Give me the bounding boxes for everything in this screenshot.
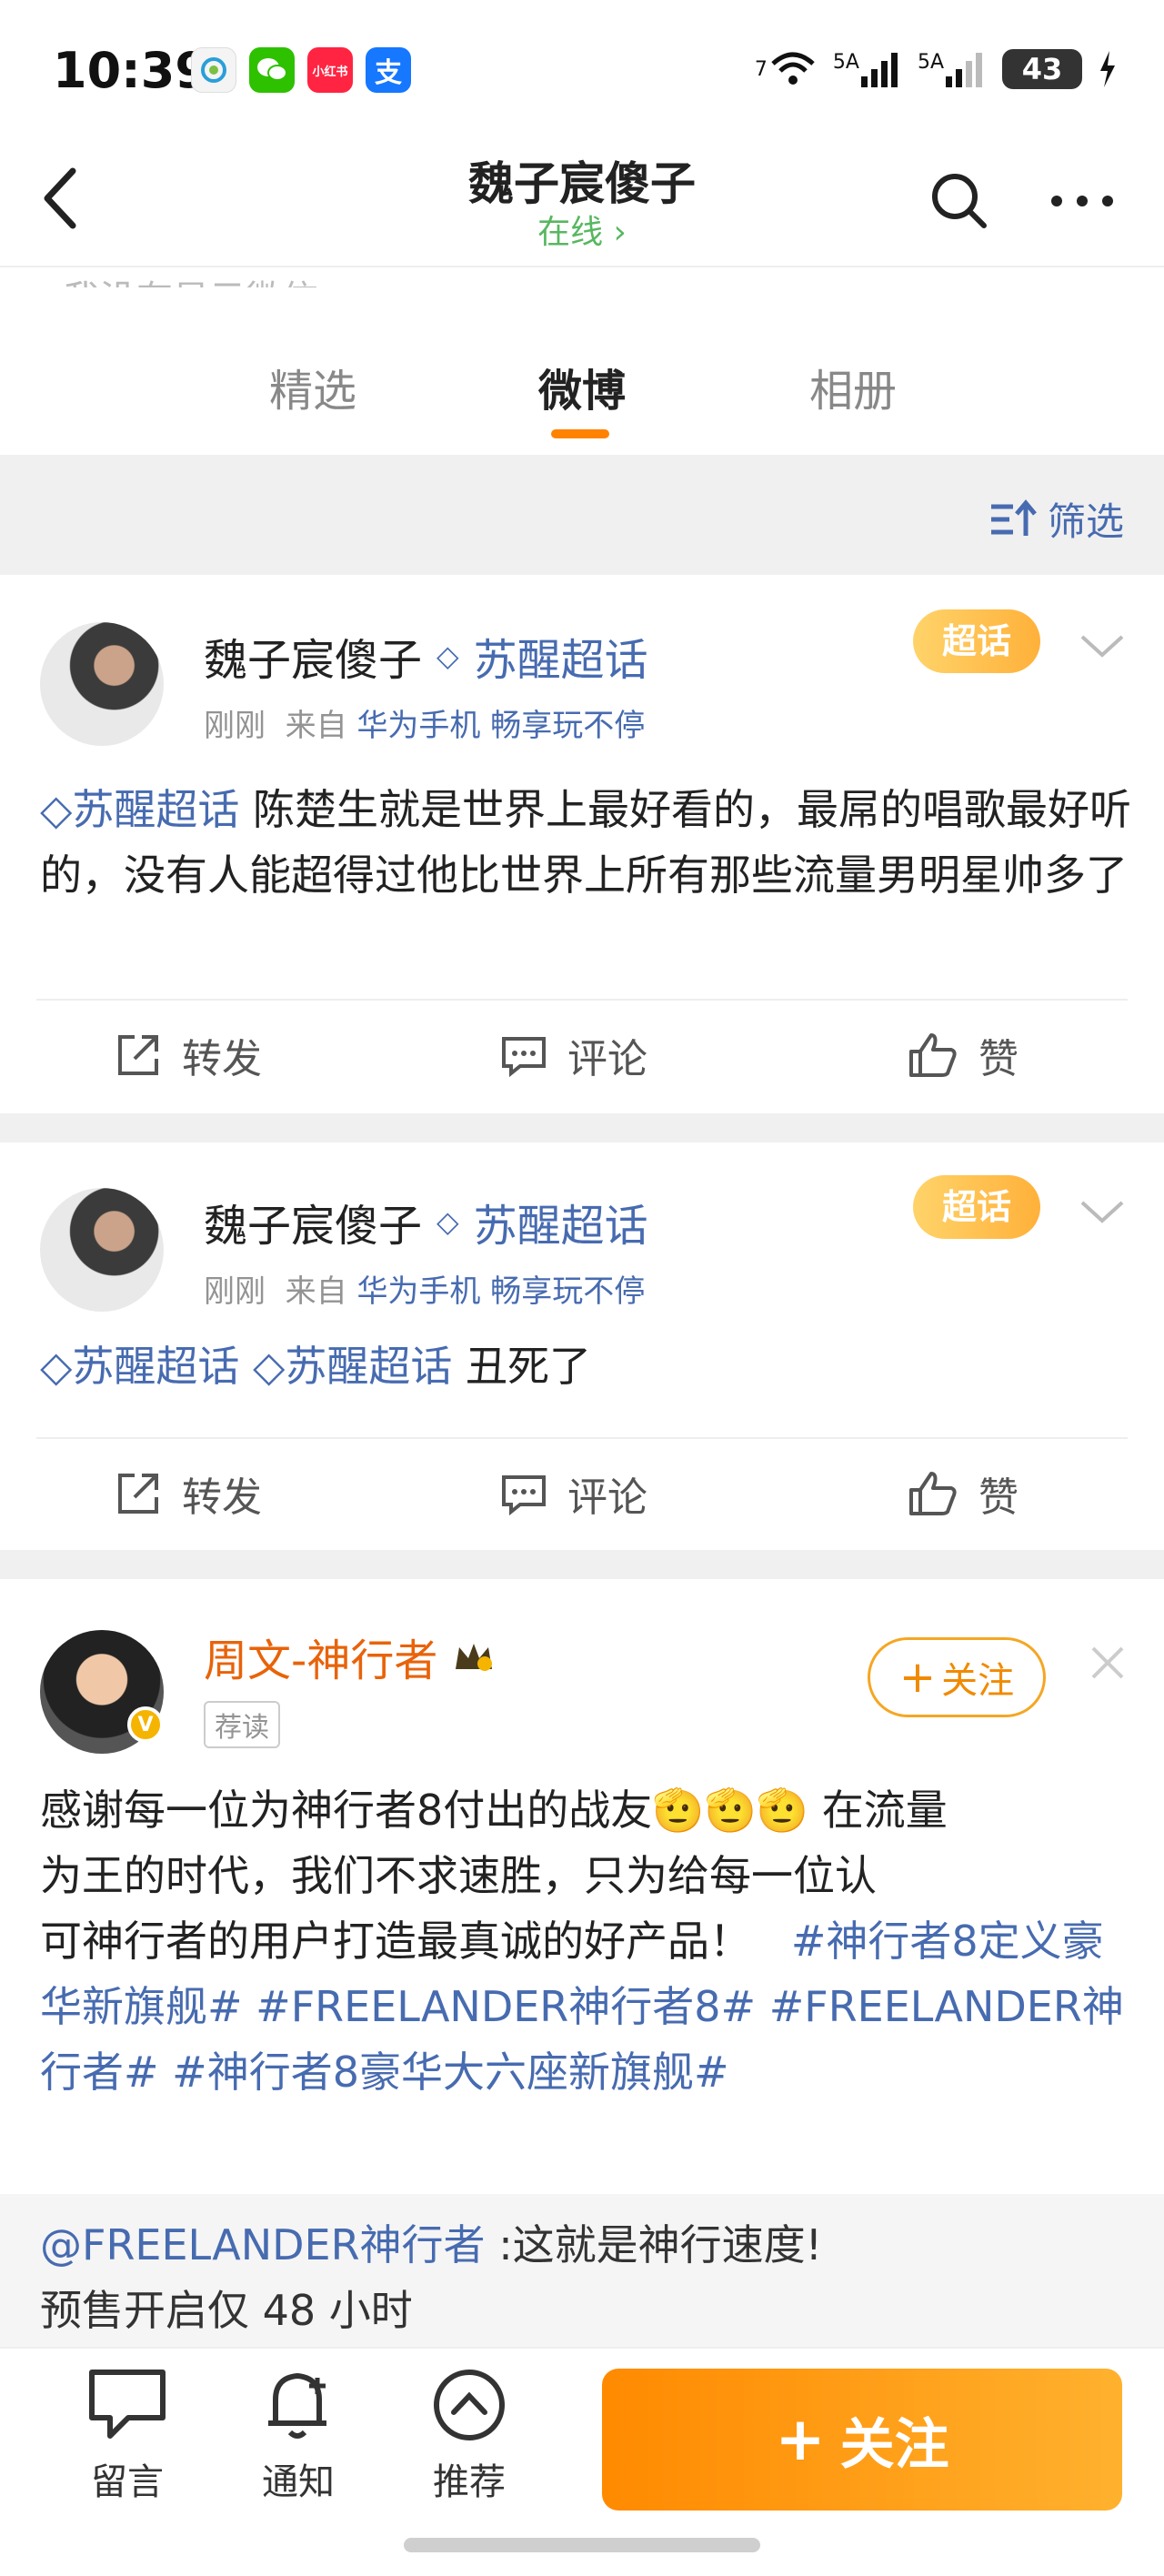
message-icon [89, 2370, 166, 2439]
close-icon[interactable] [1088, 1643, 1128, 1683]
china-mobile-icon [191, 47, 236, 93]
tab-weibo[interactable]: 微博 [538, 355, 626, 418]
filter-button[interactable]: 筛选 [989, 491, 1124, 547]
charging-icon [1100, 51, 1115, 87]
verified-badge-icon: V [127, 1706, 164, 1743]
bottom-bar: 留言 通知 推荐 + 关注 [0, 2347, 1164, 2529]
status-indicators: 7 5A 5A 43 [755, 49, 1117, 89]
super-topic-badge[interactable]: 超话 [913, 609, 1040, 673]
repost-button[interactable]: 转发 [115, 1001, 262, 1110]
hashtag-link[interactable]: #FREELANDER神行者8# [256, 1982, 756, 2031]
post-meta: 刚刚 来自 华为手机 畅享玩不停 [204, 708, 646, 744]
peek-text: 我没有显示微信 [64, 269, 318, 287]
avatar[interactable] [40, 622, 164, 746]
comment-icon [502, 1475, 546, 1516]
post-actions: 转发 评论 赞 [0, 1439, 1164, 1548]
share-icon [118, 1474, 158, 1514]
status-app-icons: 小红书 支 [191, 47, 411, 93]
topic-link[interactable]: ◇苏醒超话 [253, 1342, 452, 1391]
diamond-icon: ◇ [436, 1204, 459, 1239]
comment-button[interactable]: 评论 [500, 1439, 647, 1548]
section-gap [0, 1550, 1164, 1579]
super-topic-badge[interactable]: 超话 [913, 1175, 1040, 1239]
topic-link[interactable]: ◇苏醒超话 [40, 1342, 239, 1391]
chevron-down-icon[interactable] [1077, 1193, 1128, 1230]
post-username[interactable]: 魏子宸傻子 ◇ 苏醒超话 [204, 1190, 648, 1253]
share-icon [118, 1035, 158, 1075]
wifi-icon: 7 [755, 51, 817, 87]
recommended-post: V 周文-神行者 荐读 + 关注 感谢每一位为神行者8付出的战友🫡🫡🫡 在流量 为… [0, 1579, 1164, 2349]
wechat-icon [249, 47, 295, 93]
repost-quote[interactable]: @FREELANDER神行者 :这就是神行速度! 预售开启仅 48 小时 [0, 2194, 1164, 2349]
recommend-button[interactable]: 推荐 [415, 2367, 524, 2505]
search-icon[interactable] [928, 169, 991, 233]
hashtag-link[interactable]: #神行者8豪华大六座新旗舰# [172, 2048, 728, 2097]
like-button[interactable]: 赞 [908, 1439, 1018, 1548]
chat-header: 魏子宸傻子 在线 › [0, 136, 1164, 267]
mention-link[interactable]: @FREELANDER神行者 [40, 2220, 486, 2269]
alipay-icon: 支 [366, 47, 411, 93]
more-icon[interactable] [1046, 178, 1119, 224]
clock: 10:39 [53, 42, 209, 99]
filter-label: 筛选 [1047, 499, 1124, 544]
message-button[interactable]: 留言 [73, 2367, 182, 2505]
post-text: ◇苏醒超话 陈楚生就是世界上最好看的，最屌的唱歌最好听的，没有人能超得过他比世界… [40, 785, 1132, 900]
post-actions: 转发 评论 赞 [0, 1001, 1164, 1110]
post-username[interactable]: 魏子宸傻子 ◇ 苏醒超话 [204, 624, 648, 688]
filter-bar: 筛选 [0, 455, 1164, 575]
super-topic-link[interactable]: 苏醒超话 [474, 624, 648, 688]
topic-link[interactable]: ◇苏醒超话 [40, 785, 239, 834]
diamond-icon: ◇ [436, 639, 459, 673]
tab-featured[interactable]: 精选 [269, 355, 356, 418]
chevron-down-icon[interactable] [1077, 628, 1128, 664]
like-button[interactable]: 赞 [908, 1001, 1018, 1110]
post-text: 感谢每一位为神行者8付出的战友🫡🫡🫡 在流量 为王的时代，我们不求速胜，只为给每… [40, 1786, 1124, 2097]
filter-icon [990, 498, 1037, 536]
weibo-post: 魏子宸傻子 ◇ 苏醒超话 刚刚 来自 华为手机 畅享玩不停 超话 ◇苏醒超话 ◇… [0, 1142, 1164, 1550]
weibo-post: 魏子宸傻子 ◇ 苏醒超话 刚刚 来自 华为手机 畅享玩不停 超话 ◇苏醒超话 陈… [0, 577, 1164, 1113]
home-indicator [404, 2538, 760, 2552]
status-bar: 10:39 小红书 支 7 5A 5A 43 [0, 0, 1164, 136]
section-gap [0, 1113, 1164, 1142]
signal-icon: 5A [833, 51, 901, 87]
post-username[interactable]: 周文-神行者 [204, 1625, 496, 1688]
avatar[interactable] [40, 1188, 164, 1312]
bell-icon [268, 2373, 326, 2439]
thumbs-up-icon [909, 1472, 957, 1515]
xiaohongshu-icon: 小红书 [307, 47, 353, 93]
notify-button[interactable]: 通知 [244, 2367, 353, 2505]
follow-main-button[interactable]: + 关注 [602, 2369, 1122, 2511]
tab-album[interactable]: 相册 [809, 355, 897, 418]
super-topic-link[interactable]: 苏醒超话 [474, 1190, 648, 1253]
post-meta: 刚刚 来自 华为手机 畅享玩不停 [204, 1273, 646, 1310]
post-text: ◇苏醒超话 ◇苏醒超话 丑死了 [40, 1342, 592, 1391]
comment-button[interactable]: 评论 [500, 1001, 647, 1110]
profile-tabs: 精选 微博 相册 [0, 337, 1164, 455]
thumbs-up-icon [909, 1033, 957, 1077]
crown-icon [456, 1644, 493, 1671]
recommend-chip: 荐读 [204, 1701, 280, 1748]
repost-button[interactable]: 转发 [115, 1439, 262, 1548]
comment-icon [502, 1037, 546, 1078]
battery-icon: 43 [1002, 49, 1082, 89]
chevron-up-circle-icon [434, 2370, 505, 2440]
signal-icon-2: 5A [918, 51, 986, 87]
active-tab-indicator [551, 429, 609, 438]
follow-button[interactable]: + 关注 [868, 1637, 1046, 1717]
